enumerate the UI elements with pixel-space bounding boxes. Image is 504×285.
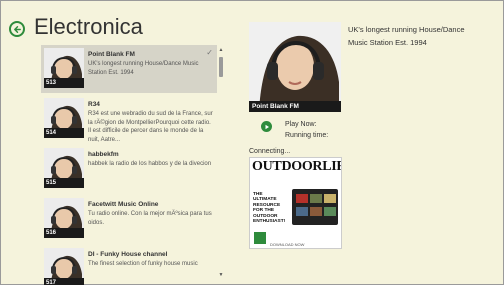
ad-tile (296, 194, 308, 203)
list-item[interactable]: 516 Facetwitt Music Online Tu radio onli… (41, 195, 217, 245)
list-item[interactable]: 515 habbekfm habbek la radio de los habb… (41, 145, 217, 195)
station-number: 514 (44, 128, 84, 138)
station-description: Tu radio online. Con la mejor mÄºsica pa… (88, 211, 212, 226)
scroll-thumb[interactable] (219, 57, 223, 77)
ad-line: ENTHUSIAST! (253, 219, 286, 225)
scroll-down-icon[interactable]: ▼ (218, 272, 224, 278)
artwork-label: Point Blank FM (249, 101, 341, 112)
station-title: R34 (88, 101, 100, 108)
station-number: 515 (44, 178, 84, 188)
scroll-up-icon[interactable]: ▲ (218, 47, 224, 53)
play-now-label: Play Now: (285, 121, 317, 128)
station-artwork: Point Blank FM (249, 22, 341, 112)
page-title: Electronica (34, 14, 143, 39)
station-description: UK's longest running House/Dance Music S… (88, 61, 199, 76)
ad-tile (296, 207, 308, 216)
station-thumbnail: 513 (44, 48, 84, 88)
station-thumbnail: 515 (44, 148, 84, 188)
connection-status: Connecting... (249, 148, 291, 155)
station-title: DI - Funky House channel (88, 251, 168, 258)
ad-title: OUTDOORLIFE (252, 159, 341, 174)
running-time-label: Running time: (285, 132, 329, 139)
play-icon (265, 124, 269, 129)
station-list[interactable]: 513 Point Blank FM UK's longest running … (41, 45, 217, 285)
windows-store-icon (254, 232, 266, 244)
list-scrollbar[interactable]: ▲ ▼ (218, 45, 224, 280)
station-number: 517 (44, 278, 84, 285)
ad-tile (324, 194, 336, 203)
ad-tile (310, 207, 322, 216)
station-number: 513 (44, 78, 84, 88)
arrow-left-icon (13, 25, 21, 33)
play-button[interactable] (261, 121, 272, 132)
back-button[interactable] (9, 21, 25, 37)
ad-tablet-image (292, 189, 338, 225)
station-description: R34 est une webradio du sud de la France… (88, 111, 213, 143)
ad-tile (310, 194, 322, 203)
station-detail-description: UK's longest running House/Dance Music S… (348, 25, 465, 47)
ad-tile (324, 207, 336, 216)
station-title: Facetwitt Music Online (88, 201, 159, 208)
ad-body: THE ULTIMATE RESOURCE FOR THE OUTDOOR EN… (253, 192, 291, 224)
station-thumbnail: 517 (44, 248, 84, 285)
station-description: habbek la radio de los habbos y de la di… (88, 161, 212, 167)
station-title: habbekfm (88, 151, 119, 158)
station-title: Point Blank FM (88, 51, 135, 58)
list-item[interactable]: 514 R34 R34 est une webradio du sud de l… (41, 95, 217, 145)
ad-download-link[interactable]: DOWNLOAD NOW (270, 242, 304, 247)
station-number: 516 (44, 228, 84, 238)
list-item[interactable]: 517 DI - Funky House channel The finest … (41, 245, 217, 285)
list-item[interactable]: 513 Point Blank FM UK's longest running … (41, 45, 217, 93)
station-thumbnail: 514 (44, 98, 84, 138)
selection-check-icon: ✓ (206, 48, 213, 57)
station-description: The finest selection of funky house musi… (88, 261, 198, 267)
station-thumbnail: 516 (44, 198, 84, 238)
advertisement[interactable]: OUTDOORLIFE THE ULTIMATE RESOURCE FOR TH… (249, 157, 342, 249)
